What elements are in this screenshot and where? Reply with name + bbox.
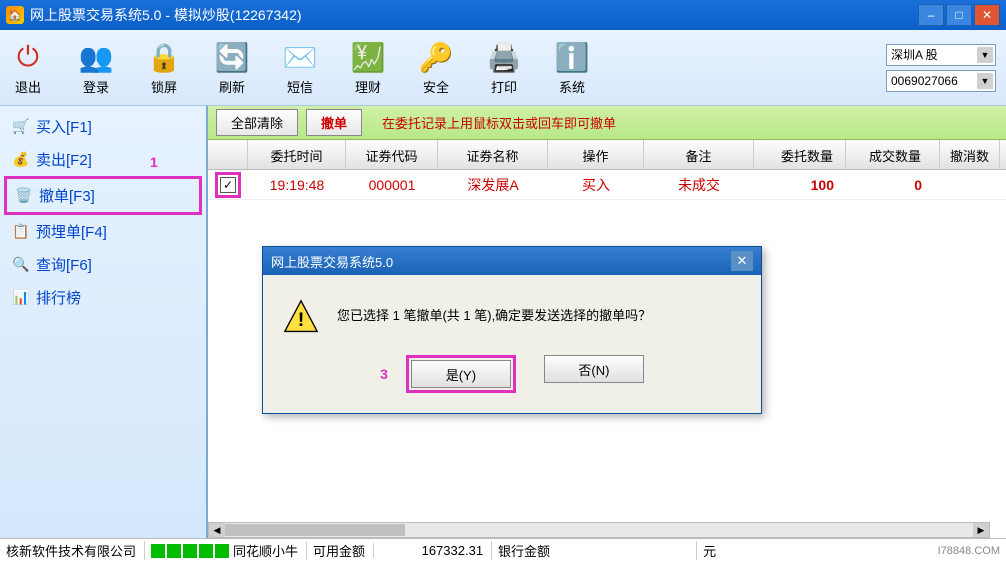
coin-icon: 💰 (12, 151, 30, 169)
scroll-right-icon[interactable]: ▶ (973, 523, 989, 537)
watermark: I78848.COM (938, 545, 1000, 557)
sidebar-item-rank[interactable]: 📊排行榜 (4, 281, 202, 314)
clear-all-button[interactable]: 全部清除 (216, 109, 298, 136)
available-value: 167332.31 (422, 543, 483, 558)
account-select[interactable]: 0069027066▼ (886, 70, 996, 92)
table-row[interactable]: ✓ 19:19:48 000001 深发展A 买入 未成交 100 0 (208, 170, 1006, 200)
clipboard-icon: 📋 (12, 223, 30, 241)
lock-icon: 🔒 (146, 39, 182, 75)
sidebar-item-sell[interactable]: 💰卖出[F2] (4, 143, 202, 176)
dialog-close-button[interactable]: ✕ (731, 251, 753, 271)
bank-label: 银行金额 (498, 541, 550, 560)
app-icon: 🏠 (6, 6, 24, 24)
search-icon: 🔍 (12, 256, 30, 274)
print-icon: 🖨️ (486, 39, 522, 75)
server-label: 同花顺小牛 (233, 541, 298, 560)
sidebar: 🛒买入[F1] 💰卖出[F2] 🗑️撤单[F3] 📋预埋单[F4] 🔍查询[F6… (0, 106, 208, 538)
actionbar-hint: 在委托记录上用鼠标双击或回车即可撤单 (382, 113, 616, 132)
mail-icon: ✉️ (282, 39, 318, 75)
sidebar-item-query[interactable]: 🔍查询[F6] (4, 248, 202, 281)
toolbar-login-button[interactable]: 👥登录 (78, 39, 114, 96)
cancel-order-button[interactable]: 撤单 (306, 109, 362, 136)
toolbar-sms-button[interactable]: ✉️短信 (282, 39, 318, 96)
annotation-1: 1 (150, 154, 158, 170)
available-label: 可用金额 (313, 541, 365, 560)
scroll-thumb[interactable] (225, 524, 405, 536)
titlebar: 🏠 网上股票交易系统5.0 - 模拟炒股(12267342) – □ ✕ (0, 0, 1006, 30)
toolbar-lock-button[interactable]: 🔒锁屏 (146, 39, 182, 96)
toolbar-exit-button[interactable]: ⏻退出 (10, 39, 46, 96)
minimize-button[interactable]: – (918, 4, 944, 26)
dialog-message: 您已选择 1 笔撤单(共 1 笔),确定要发送选择的撤单吗？ (337, 299, 651, 324)
table-header: 委托时间 证券代码 证券名称 操作 备注 委托数量 成交数量 撤消数 (208, 140, 1006, 170)
svg-text:!: ! (298, 309, 305, 331)
toolbar: ⏻退出 👥登录 🔒锁屏 🔄刷新 ✉️短信 💹理财 🔑安全 🖨️打印 ℹ️系统 深… (0, 30, 1006, 106)
sidebar-item-cancel[interactable]: 🗑️撤单[F3] (4, 176, 202, 215)
dialog-titlebar: 网上股票交易系统5.0 ✕ (263, 247, 761, 275)
users-icon: 👥 (78, 39, 114, 75)
market-select[interactable]: 深圳A 股▼ (886, 44, 996, 66)
warning-icon: ! (283, 299, 319, 335)
chevron-down-icon: ▼ (977, 47, 993, 63)
finance-icon: 💹 (350, 39, 386, 75)
row-checkbox[interactable]: ✓ (220, 177, 236, 193)
confirm-dialog: 网上股票交易系统5.0 ✕ ! 您已选择 1 笔撤单(共 1 笔),确定要发送选… (262, 246, 762, 414)
toolbar-refresh-button[interactable]: 🔄刷新 (214, 39, 250, 96)
refresh-icon: 🔄 (214, 39, 250, 75)
close-button[interactable]: ✕ (974, 4, 1000, 26)
window-title: 网上股票交易系统5.0 - 模拟炒股(12267342) (30, 5, 918, 25)
toolbar-print-button[interactable]: 🖨️打印 (486, 39, 522, 96)
info-icon: ℹ️ (554, 39, 590, 75)
chevron-down-icon: ▼ (977, 73, 993, 89)
key-icon: 🔑 (418, 39, 454, 75)
maximize-button[interactable]: □ (946, 4, 972, 26)
toolbar-security-button[interactable]: 🔑安全 (418, 39, 454, 96)
actionbar: 全部清除 撤单 在委托记录上用鼠标双击或回车即可撤单 (208, 106, 1006, 140)
sidebar-item-preset[interactable]: 📋预埋单[F4] (4, 215, 202, 248)
toolbar-finance-button[interactable]: 💹理财 (350, 39, 386, 96)
sidebar-item-buy[interactable]: 🛒买入[F1] (4, 110, 202, 143)
annotation-3: 3 (380, 366, 388, 382)
chart-icon: 📊 (12, 289, 30, 307)
scroll-left-icon[interactable]: ◀ (209, 523, 225, 537)
statusbar: 核新软件技术有限公司 同花顺小牛 可用金额 167332.31 银行金额 元 I… (0, 538, 1006, 562)
signal-icon (151, 544, 229, 558)
dialog-no-button[interactable]: 否(N) (544, 355, 644, 383)
toolbar-system-button[interactable]: ℹ️系统 (554, 39, 590, 96)
dialog-yes-button[interactable]: 是(Y) (411, 360, 511, 388)
currency-unit: 元 (703, 541, 716, 560)
cart-icon: 🛒 (12, 118, 30, 136)
company-label: 核新软件技术有限公司 (6, 541, 136, 560)
horizontal-scrollbar[interactable]: ◀ ▶ (208, 522, 990, 538)
trash-icon: 🗑️ (15, 187, 33, 205)
power-icon: ⏻ (10, 39, 46, 75)
